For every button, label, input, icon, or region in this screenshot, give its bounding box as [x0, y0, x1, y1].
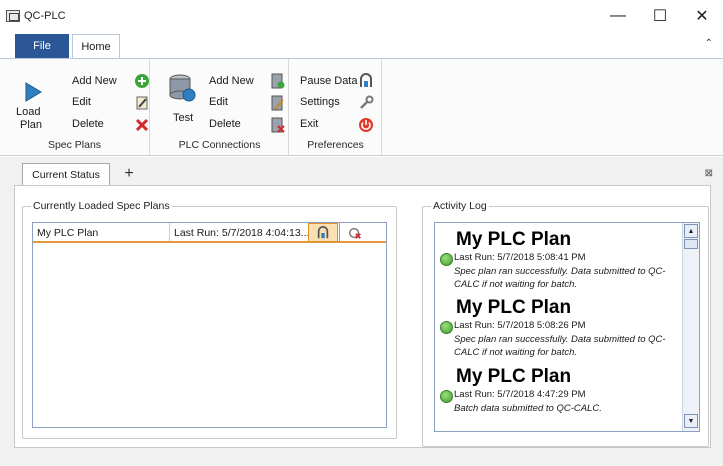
status-ok-icon: [440, 253, 453, 266]
plan-remove-button[interactable]: [339, 223, 369, 242]
status-ok-icon: [440, 321, 453, 334]
plc-edit-button[interactable]: Edit: [209, 96, 228, 108]
activity-log-list[interactable]: My PLC Plan Last Run: 5/7/2018 5:08:41 P…: [434, 222, 700, 432]
tab-home[interactable]: Home: [72, 34, 120, 59]
scroll-down-button[interactable]: ▼: [684, 414, 698, 428]
group-spec-plans: Load Plan Add New Edit Delete Spec Plans: [0, 59, 150, 155]
close-tabs-icon[interactable]: ⊠: [705, 168, 713, 179]
window-controls: — ☐ ✕: [597, 0, 723, 32]
power-icon[interactable]: [358, 117, 374, 133]
wrench-icon[interactable]: [358, 95, 374, 111]
group-label-preferences: Preferences: [307, 139, 364, 151]
plc-delete-button[interactable]: Delete: [209, 118, 241, 130]
log-entry-last-run: Last Run: 5/7/2018 5:08:26 PM: [454, 320, 586, 331]
tab-file[interactable]: File: [15, 34, 69, 58]
load-plan-label-1[interactable]: Load: [16, 106, 40, 118]
group-plc-connections: Test Add New Edit Delete PLC Connections: [151, 59, 289, 155]
status-ok-icon: [440, 390, 453, 403]
maximize-button[interactable]: ☐: [639, 0, 681, 32]
plc-add-icon[interactable]: [269, 73, 285, 89]
log-entry-message: Spec plan ran successfully. Data submitt…: [454, 334, 666, 358]
group-label-spec-plans: Spec Plans: [47, 139, 102, 151]
plan-list: My PLC Plan Last Run: 5/7/2018 4:04:13..…: [32, 222, 387, 428]
database-test-icon[interactable]: [167, 73, 197, 103]
delete-icon[interactable]: [134, 117, 150, 133]
plc-add-new-button[interactable]: Add New: [209, 75, 254, 87]
log-entry-last-run: Last Run: 5/7/2018 4:47:29 PM: [454, 389, 586, 400]
scroll-thumb[interactable]: [684, 239, 698, 249]
minimize-button[interactable]: —: [597, 0, 639, 32]
activity-log-legend: Activity Log: [431, 200, 489, 212]
plan-last-run: Last Run: 5/7/2018 4:04:13...: [169, 223, 319, 241]
ribbon-tab-strip: File Home ⌃: [0, 34, 723, 59]
log-entry-title: My PLC Plan: [456, 229, 572, 250]
loaded-plans-legend: Currently Loaded Spec Plans: [31, 200, 172, 212]
app-icon: [6, 10, 20, 22]
load-plan-label-2[interactable]: Plan: [20, 119, 42, 131]
pause-data-icon: [317, 225, 329, 238]
pause-data-button[interactable]: Pause Data: [300, 75, 357, 87]
log-entry-title: My PLC Plan: [456, 297, 572, 318]
load-plan-icon[interactable]: [22, 81, 44, 103]
collapse-ribbon-icon[interactable]: ⌃: [705, 38, 713, 49]
close-button[interactable]: ✕: [681, 0, 723, 32]
log-entry-message: Spec plan ran successfully. Data submitt…: [454, 266, 666, 290]
add-tab-button[interactable]: +: [118, 163, 140, 185]
log-scrollbar[interactable]: ▲ ▼: [682, 223, 699, 431]
ribbon: Load Plan Add New Edit Delete Spec Plans…: [0, 58, 723, 156]
plan-row[interactable]: My PLC Plan Last Run: 5/7/2018 4:04:13..…: [33, 223, 386, 243]
scroll-up-button[interactable]: ▲: [684, 224, 698, 238]
pause-data-icon[interactable]: [358, 73, 374, 89]
settings-button[interactable]: Settings: [300, 96, 340, 108]
group-preferences: Pause Data Settings Exit Preferences: [290, 59, 382, 155]
tab-current-status[interactable]: Current Status: [22, 163, 110, 185]
plan-pause-button[interactable]: [308, 223, 338, 242]
plc-test-button[interactable]: Test: [173, 112, 193, 124]
remove-plan-icon: [348, 227, 361, 239]
window-title: QC-PLC: [24, 10, 66, 22]
log-entry-message: Batch data submitted to QC-CALC.: [454, 403, 602, 414]
group-label-plc-connections: PLC Connections: [178, 139, 261, 151]
plc-delete-icon[interactable]: [269, 117, 285, 133]
exit-button[interactable]: Exit: [300, 118, 318, 130]
log-entry-last-run: Last Run: 5/7/2018 5:08:41 PM: [454, 252, 586, 263]
add-icon[interactable]: [134, 73, 150, 89]
plan-name: My PLC Plan: [37, 227, 99, 239]
spec-delete-button[interactable]: Delete: [72, 118, 104, 130]
plc-edit-icon[interactable]: [269, 95, 285, 111]
edit-icon[interactable]: [134, 95, 150, 111]
log-entry-title: My PLC Plan: [456, 366, 572, 387]
spec-edit-button[interactable]: Edit: [72, 96, 91, 108]
title-bar: QC-PLC — ☐ ✕: [0, 0, 723, 32]
spec-add-new-button[interactable]: Add New: [72, 75, 117, 87]
